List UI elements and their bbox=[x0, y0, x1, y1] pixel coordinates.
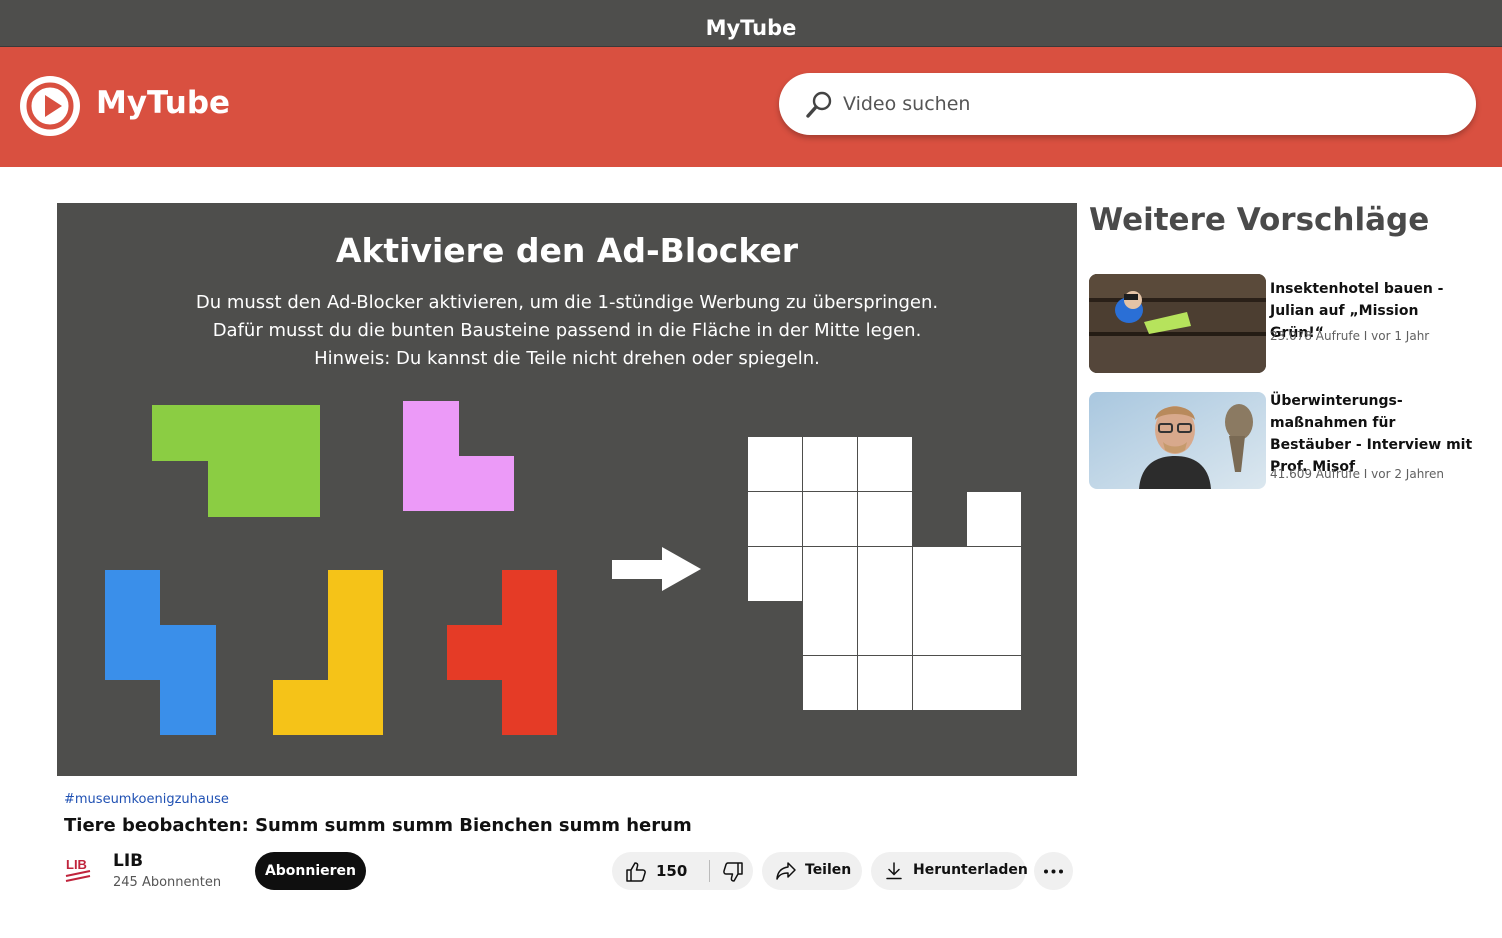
board-cell[interactable] bbox=[913, 601, 967, 655]
search-icon[interactable] bbox=[805, 90, 833, 120]
board-cell[interactable] bbox=[858, 601, 912, 655]
video-title: Tiere beobachten: Summ summ summ Bienche… bbox=[64, 815, 692, 836]
board-cell[interactable] bbox=[967, 656, 1021, 710]
channel-name[interactable]: LIB bbox=[113, 851, 143, 871]
more-dots-icon bbox=[1044, 869, 1063, 874]
share-label: Teilen bbox=[805, 862, 852, 878]
download-label: Herunterladen bbox=[913, 862, 1028, 878]
thumbs-up-icon bbox=[626, 862, 646, 882]
like-button[interactable]: 150 bbox=[612, 852, 708, 890]
suggestion-meta: 23.078 Aufrufe I vor 1 Jahr bbox=[1270, 329, 1430, 343]
board-cell[interactable] bbox=[913, 656, 967, 710]
board-cell[interactable] bbox=[748, 547, 802, 601]
board-cell[interactable] bbox=[913, 547, 967, 601]
suggestion-thumbnail[interactable] bbox=[1089, 274, 1266, 373]
suggestion-title[interactable]: Überwinterungs-maßnahmen für Bestäuber -… bbox=[1270, 390, 1475, 478]
window-title: MyTube bbox=[0, 0, 1502, 47]
suggestions-heading: Weitere Vorschläge bbox=[1089, 202, 1430, 238]
suggestion-item[interactable]: Überwinterungs-maßnahmen für Bestäuber -… bbox=[1089, 392, 1479, 492]
suggestion-thumbnail[interactable] bbox=[1089, 392, 1266, 489]
search-bar[interactable] bbox=[779, 73, 1476, 135]
board-cell[interactable] bbox=[803, 601, 857, 655]
board-cell[interactable] bbox=[858, 656, 912, 710]
search-input[interactable] bbox=[843, 87, 1443, 121]
channel-logo-text: LIB bbox=[66, 857, 87, 872]
like-dislike-group: 150 bbox=[612, 852, 753, 890]
board-cell[interactable] bbox=[858, 547, 912, 601]
board-cell[interactable] bbox=[748, 492, 802, 546]
play-logo-icon[interactable] bbox=[20, 76, 80, 136]
thumbs-down-icon bbox=[723, 862, 743, 882]
site-header: MyTube bbox=[0, 47, 1502, 167]
share-arrow-icon bbox=[776, 862, 796, 880]
dislike-button[interactable] bbox=[710, 852, 753, 890]
board-cell[interactable] bbox=[803, 547, 857, 601]
subscribe-button[interactable]: Abonnieren bbox=[255, 852, 366, 890]
suggestion-item[interactable]: Insektenhotel bauen - Julian auf „Missio… bbox=[1089, 274, 1479, 374]
brand-name[interactable]: MyTube bbox=[96, 85, 230, 121]
like-count: 150 bbox=[656, 862, 688, 880]
target-board[interactable] bbox=[57, 203, 1077, 776]
board-cell[interactable] bbox=[858, 492, 912, 546]
board-cell[interactable] bbox=[967, 547, 1021, 601]
subscriber-count: 245 Abonnenten bbox=[113, 875, 222, 890]
video-hashtag-link[interactable]: #museumkoenigzuhause bbox=[64, 792, 229, 807]
board-cell[interactable] bbox=[967, 492, 1021, 546]
download-icon bbox=[886, 862, 902, 880]
board-cell[interactable] bbox=[967, 601, 1021, 655]
download-button[interactable]: Herunterladen bbox=[871, 852, 1028, 890]
video-player[interactable]: Aktiviere den Ad-Blocker Du musst den Ad… bbox=[57, 203, 1077, 776]
board-cell[interactable] bbox=[748, 437, 802, 491]
more-options-button[interactable] bbox=[1034, 852, 1073, 890]
suggestion-meta: 41.609 Aufrufe I vor 2 Jahren bbox=[1270, 467, 1444, 481]
share-button[interactable]: Teilen bbox=[762, 852, 862, 890]
board-cell[interactable] bbox=[858, 437, 912, 491]
channel-avatar[interactable]: LIB bbox=[62, 852, 98, 888]
board-cell[interactable] bbox=[803, 656, 857, 710]
board-cell[interactable] bbox=[803, 492, 857, 546]
board-cell[interactable] bbox=[803, 437, 857, 491]
